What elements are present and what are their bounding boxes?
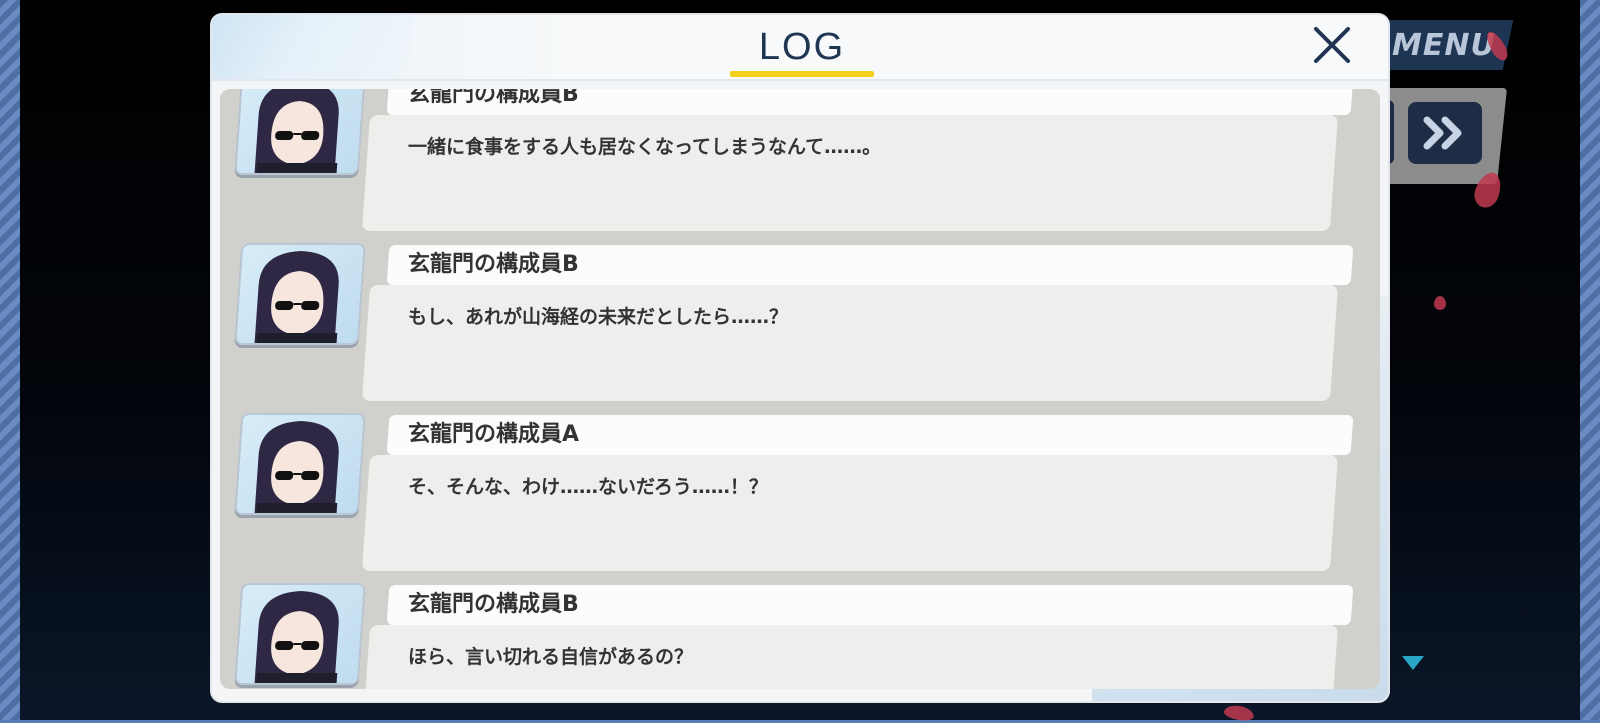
close-button[interactable]	[1310, 23, 1354, 67]
close-icon	[1314, 27, 1350, 63]
fast-forward-icon	[1423, 116, 1462, 150]
speaker-name: 玄龍門の構成員B	[408, 592, 579, 617]
log-title: LOG	[758, 26, 846, 68]
message-text: ほら、言い切れる自信があるの？	[408, 646, 694, 668]
log-header: LOG	[212, 15, 1388, 81]
log-list[interactable]: 玄龍門の構成員B 一緒に食事をする人も居なくなってしまうなんて……。 玄龍門の構…	[220, 89, 1380, 689]
speaker-avatar	[234, 583, 366, 685]
speaker-avatar	[234, 89, 366, 175]
petal-decoration	[1434, 296, 1446, 310]
character-portrait-icon	[254, 251, 339, 343]
title-underline	[730, 71, 874, 77]
message-text: もし、あれが山海経の未来だとしたら……？	[408, 306, 789, 328]
speaker-avatar	[234, 243, 366, 345]
character-portrait-icon	[254, 89, 339, 173]
message-text: 一緒に食事をする人も居なくなってしまうなんて……。	[408, 136, 882, 158]
speaker-name: 玄龍門の構成員A	[408, 422, 580, 447]
log-entry: 玄龍門の構成員A そ、そんな、わけ……ないだろう……！？	[220, 413, 1380, 573]
left-border-pattern	[0, 0, 20, 720]
log-entry: 玄龍門の構成員B ほら、言い切れる自信があるの？	[220, 583, 1380, 689]
log-entry: 玄龍門の構成員B もし、あれが山海経の未来だとしたら……？	[220, 243, 1380, 403]
log-dialog: LOG 玄龍門の構成員B 一緒に食事をする人も居なくなってしまうなんて……。 玄…	[212, 15, 1388, 701]
skip-button[interactable]	[1408, 102, 1482, 164]
log-entry: 玄龍門の構成員B 一緒に食事をする人も居なくなってしまうなんて……。	[220, 89, 1380, 233]
character-portrait-icon	[254, 591, 339, 683]
speaker-name: 玄龍門の構成員B	[408, 89, 579, 107]
speaker-avatar	[234, 413, 366, 515]
speaker-name: 玄龍門の構成員B	[408, 252, 579, 277]
character-portrait-icon	[254, 421, 339, 513]
down-arrow-icon	[1402, 656, 1424, 670]
message-text: そ、そんな、わけ……ないだろう……！？	[408, 476, 768, 498]
right-border-pattern	[1580, 0, 1600, 720]
menu-button[interactable]: MENU	[1392, 28, 1502, 64]
header-decoration	[212, 15, 412, 79]
